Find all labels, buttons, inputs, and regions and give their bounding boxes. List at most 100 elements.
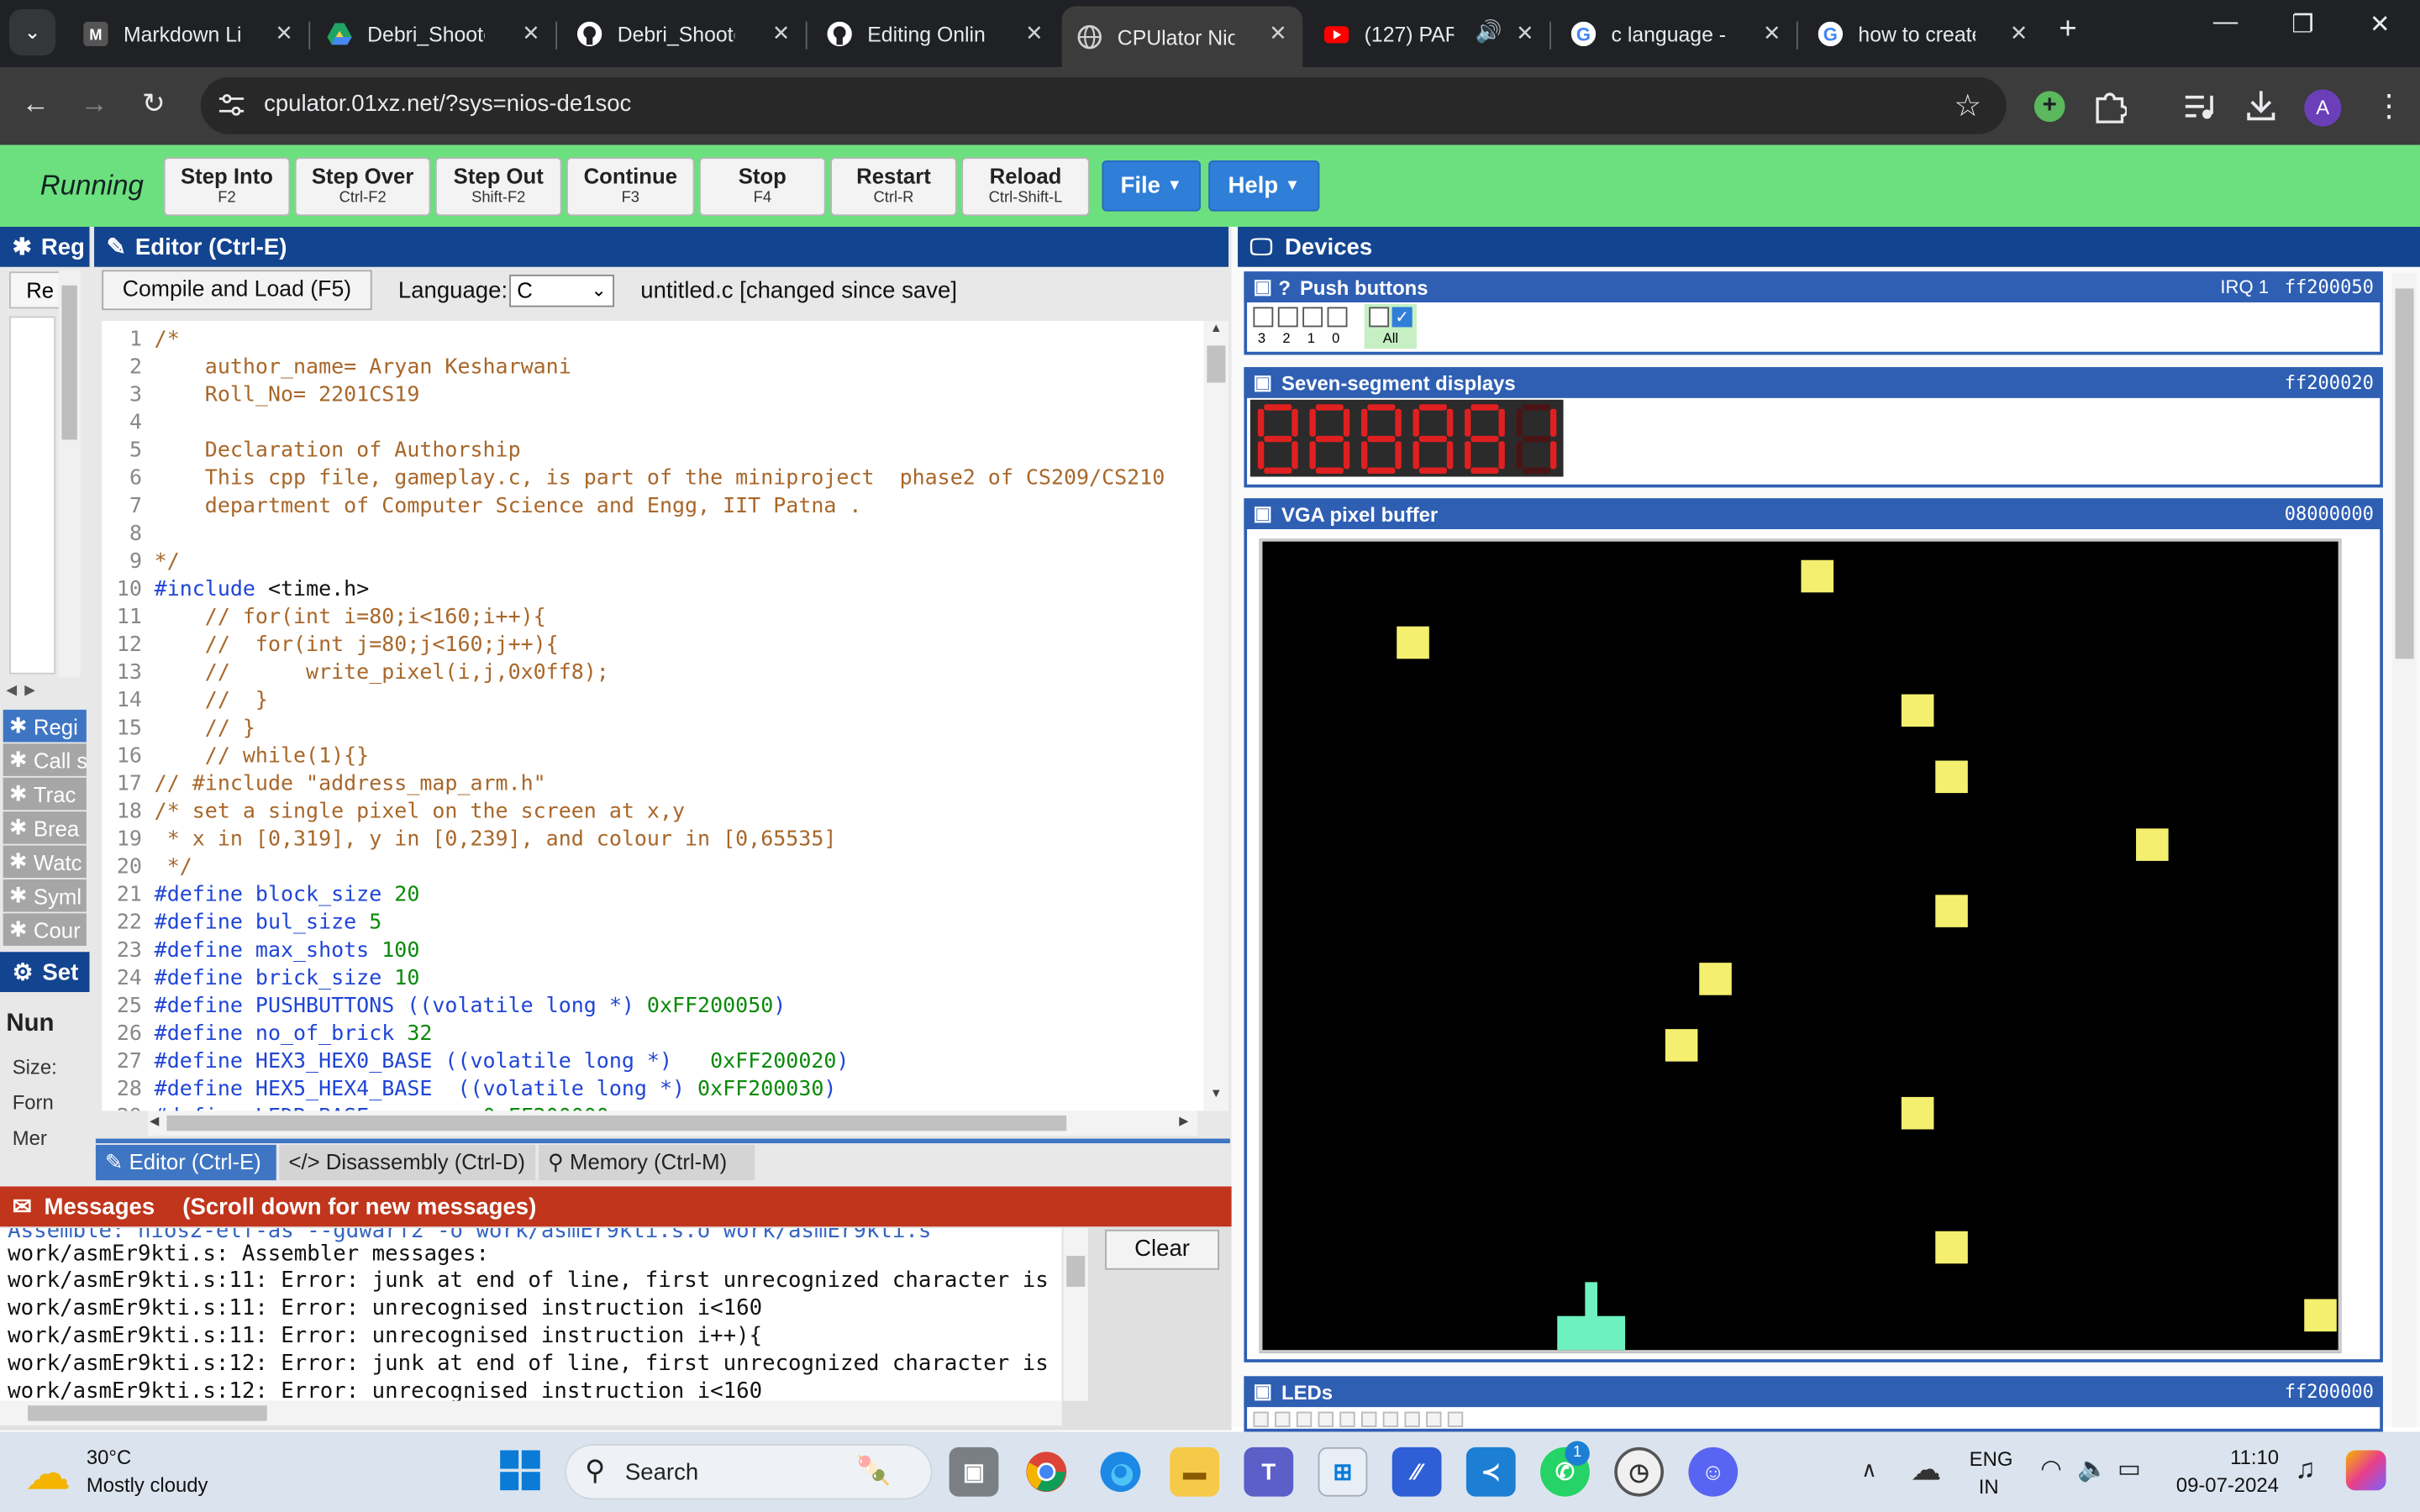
- all-unset-checkbox[interactable]: [1369, 307, 1390, 328]
- devices-scrollbar[interactable]: [2391, 273, 2417, 1427]
- reload-button[interactable]: Reload Ctrl-Shift-L: [961, 157, 1090, 217]
- menu-kebab-icon[interactable]: ⋮: [2374, 87, 2405, 125]
- vga-screen[interactable]: [1259, 538, 2342, 1353]
- tab-search-button[interactable]: ⌄: [9, 9, 56, 56]
- close-icon[interactable]: ✕: [772, 20, 791, 46]
- push-button-0-checkbox[interactable]: [1327, 307, 1348, 328]
- minimize-icon[interactable]: —: [2195, 9, 2256, 37]
- download-icon[interactable]: [2244, 88, 2278, 122]
- wifi-icon[interactable]: ◠: [2040, 1453, 2062, 1484]
- close-icon[interactable]: ✕: [1269, 20, 1287, 46]
- tab-google-c-language[interactable]: G c language - G ✕: [1555, 6, 1798, 61]
- clock-date[interactable]: 09-07-2024: [2176, 1473, 2279, 1497]
- step-into-button[interactable]: Step Into F2: [163, 157, 291, 217]
- compile-load-button[interactable]: Compile and Load (F5): [102, 270, 372, 311]
- vscode-icon[interactable]: ≺: [1465, 1446, 1516, 1497]
- messages-scrollbar[interactable]: [1063, 1228, 1088, 1401]
- close-icon[interactable]: ✕: [1516, 20, 1534, 46]
- bookmark-star-icon[interactable]: ☆: [1954, 87, 1981, 125]
- nav-trace[interactable]: ✱ Trac: [3, 777, 87, 811]
- close-icon[interactable]: ✕: [522, 20, 540, 46]
- nav-counters[interactable]: ✱ Cour: [3, 913, 87, 946]
- weather-cloud-icon[interactable]: ☁: [24, 1447, 71, 1501]
- close-icon[interactable]: ✕: [1763, 20, 1781, 46]
- tab-github-repo[interactable]: Debri_Shooter ✕: [562, 6, 808, 61]
- edge-icon[interactable]: [1096, 1447, 1145, 1497]
- discord-icon[interactable]: ☺: [1688, 1446, 1739, 1497]
- push-button-3-checkbox[interactable]: [1253, 307, 1274, 328]
- window-close-icon[interactable]: ✕: [2349, 9, 2411, 40]
- media-control-icon[interactable]: [2182, 91, 2216, 122]
- speaker-icon[interactable]: 🔊: [1476, 18, 1502, 45]
- restart-button[interactable]: Restart Ctrl-R: [830, 157, 957, 217]
- nav-call-stack[interactable]: ✱ Call s: [3, 743, 87, 776]
- nav-registers[interactable]: ✱ Regi: [3, 709, 87, 743]
- nav-watch[interactable]: ✱ Watc: [3, 845, 87, 879]
- new-tab-icon[interactable]: +: [2059, 13, 2076, 48]
- copilot-icon[interactable]: [2345, 1450, 2386, 1491]
- omnibox[interactable]: cpulator.01xz.net/?sys=nios-de1soc ☆: [200, 76, 2007, 134]
- clock-app-icon[interactable]: ◷: [1614, 1446, 1664, 1497]
- collapse-icon[interactable]: ▣: [1253, 370, 1272, 395]
- taskbar-search[interactable]: ⚲ Search 🍡: [565, 1444, 933, 1500]
- notification-bell-icon[interactable]: ♫: [2295, 1453, 2316, 1486]
- reload-icon[interactable]: ↻: [142, 88, 166, 121]
- file-menu-button[interactable]: File ▼: [1102, 160, 1201, 212]
- collapse-icon[interactable]: ▣: [1253, 501, 1272, 526]
- scroll-left-right-icon[interactable]: ◀ ▶: [6, 682, 35, 699]
- weather-temp[interactable]: 30°C: [87, 1446, 131, 1469]
- url-text[interactable]: cpulator.01xz.net/?sys=nios-de1soc: [264, 91, 631, 117]
- help-menu-button[interactable]: Help ▼: [1208, 160, 1320, 212]
- step-out-button[interactable]: Step Out Shift-F2: [434, 157, 562, 217]
- tab-drive[interactable]: Debri_Shooter ✕: [312, 6, 558, 61]
- editor-vertical-scrollbar[interactable]: ▲ ▼: [1203, 321, 1229, 1111]
- language-region[interactable]: IN: [1979, 1475, 1999, 1499]
- editor-horizontal-scrollbar[interactable]: ◀ ▶: [148, 1110, 1198, 1136]
- help-circle-icon[interactable]: ?: [1278, 276, 1291, 299]
- tab-google-how-to[interactable]: G how to create ✕: [1802, 6, 2044, 61]
- tab-youtube[interactable]: (127) PARV 🔊 ✕: [1309, 6, 1551, 61]
- close-icon[interactable]: ✕: [1025, 20, 1044, 46]
- language-select[interactable]: C ⌄: [509, 274, 615, 307]
- tab-github-edit[interactable]: Editing Online ✕: [812, 6, 1059, 61]
- all-checkbox[interactable]: ✓: [1392, 307, 1413, 328]
- chevron-up-icon[interactable]: ∧: [1861, 1457, 1877, 1483]
- continue-button[interactable]: Continue F3: [566, 157, 695, 217]
- teams-icon[interactable]: T: [1244, 1446, 1294, 1497]
- volume-icon[interactable]: 🔈: [2077, 1453, 2108, 1484]
- close-icon[interactable]: ✕: [2010, 20, 2028, 46]
- messages-hscrollbar[interactable]: [0, 1400, 1062, 1426]
- clear-button[interactable]: Clear: [1105, 1229, 1220, 1270]
- tab-cpulator[interactable]: CPUlator Nios ✕: [1061, 6, 1303, 68]
- restore-icon[interactable]: ❐: [2272, 9, 2333, 40]
- windows-start-icon[interactable]: [500, 1450, 540, 1491]
- step-over-button[interactable]: Step Over Ctrl-F2: [294, 157, 431, 217]
- app-icon[interactable]: ⁄⁄: [1392, 1446, 1442, 1497]
- messages-log[interactable]: Assemble: nios2-elf-as --gdwarf2 -o work…: [0, 1228, 1062, 1401]
- collapse-icon[interactable]: ▣: [1253, 275, 1272, 299]
- onedrive-icon[interactable]: ☁: [1911, 1451, 1942, 1489]
- close-icon[interactable]: ✕: [275, 20, 293, 46]
- tab-disassembly[interactable]: </> Disassembly (Ctrl-D): [279, 1144, 536, 1181]
- refresh-button[interactable]: Re: [9, 271, 62, 309]
- nav-symbols[interactable]: ✱ Syml: [3, 879, 87, 912]
- clock-time[interactable]: 11:10: [2230, 1446, 2279, 1469]
- weather-desc[interactable]: Mostly cloudy: [87, 1473, 208, 1497]
- scrollbar[interactable]: [58, 270, 81, 678]
- chrome-icon[interactable]: [1022, 1447, 1071, 1497]
- forward-icon[interactable]: →: [81, 88, 108, 121]
- tab-editor[interactable]: ✎ Editor (Ctrl-E): [95, 1144, 276, 1181]
- site-info-icon[interactable]: [218, 94, 245, 116]
- task-view-icon[interactable]: ▣: [949, 1446, 999, 1497]
- back-icon[interactable]: ←: [22, 88, 50, 121]
- nav-breakpoints[interactable]: ✱ Brea: [3, 811, 87, 844]
- store-icon[interactable]: ⊞: [1318, 1446, 1368, 1497]
- stop-button[interactable]: Stop F4: [699, 157, 826, 217]
- code-editor[interactable]: 1 /* 2 author_name= Aryan Kesharwani 3 Roll…: [102, 321, 1204, 1111]
- extensions-puzzle-icon[interactable]: [2093, 90, 2128, 123]
- tab-markdown[interactable]: M Markdown Live ✕: [68, 6, 311, 61]
- language-indicator[interactable]: ENG: [1970, 1447, 2013, 1471]
- push-button-1-checkbox[interactable]: [1302, 307, 1323, 328]
- profile-avatar[interactable]: A: [2304, 89, 2342, 127]
- file-explorer-icon[interactable]: ▬: [1170, 1446, 1220, 1497]
